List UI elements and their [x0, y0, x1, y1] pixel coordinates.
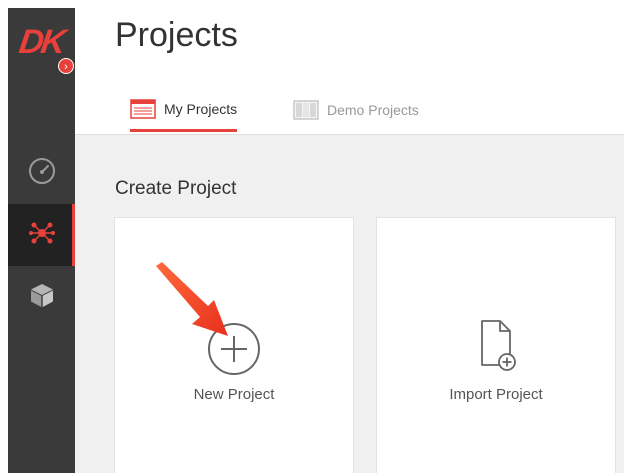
- sidebar-collapse-button[interactable]: ›: [58, 58, 74, 74]
- pointer-arrow-icon: [156, 262, 228, 336]
- chevron-right-icon: ›: [64, 61, 68, 73]
- network-nodes-icon: [27, 218, 57, 253]
- main-content: Projects My Projects Demo Projects Creat…: [75, 0, 624, 473]
- sidebar-item-dashboard[interactable]: [8, 142, 75, 204]
- tab-demo-projects[interactable]: Demo Projects: [293, 88, 419, 132]
- page-header: Projects My Projects Demo Projects: [75, 0, 624, 135]
- import-project-card[interactable]: Import Project: [376, 217, 616, 473]
- import-project-label: Import Project: [449, 386, 543, 403]
- page-title: Projects: [115, 16, 238, 54]
- new-project-label: New Project: [193, 386, 275, 403]
- speedometer-icon: [27, 156, 57, 191]
- cube-icon: [27, 280, 57, 315]
- app-logo: DK: [16, 23, 66, 61]
- sidebar: DK: [8, 8, 75, 473]
- table-icon: [130, 98, 156, 119]
- section-title: Create Project: [115, 178, 237, 199]
- app-window: DK › Projects My Projects Demo Projects …: [0, 0, 624, 473]
- tab-my-projects[interactable]: My Projects: [130, 88, 238, 132]
- tab-demo-projects-label: Demo Projects: [327, 102, 419, 118]
- columns-icon: [293, 100, 319, 120]
- new-project-card[interactable]: New Project: [114, 217, 354, 473]
- file-plus-icon[interactable]: [470, 318, 522, 379]
- tab-my-projects-label: My Projects: [164, 100, 238, 117]
- sidebar-item-projects[interactable]: [8, 204, 75, 266]
- sidebar-item-models[interactable]: [8, 266, 75, 328]
